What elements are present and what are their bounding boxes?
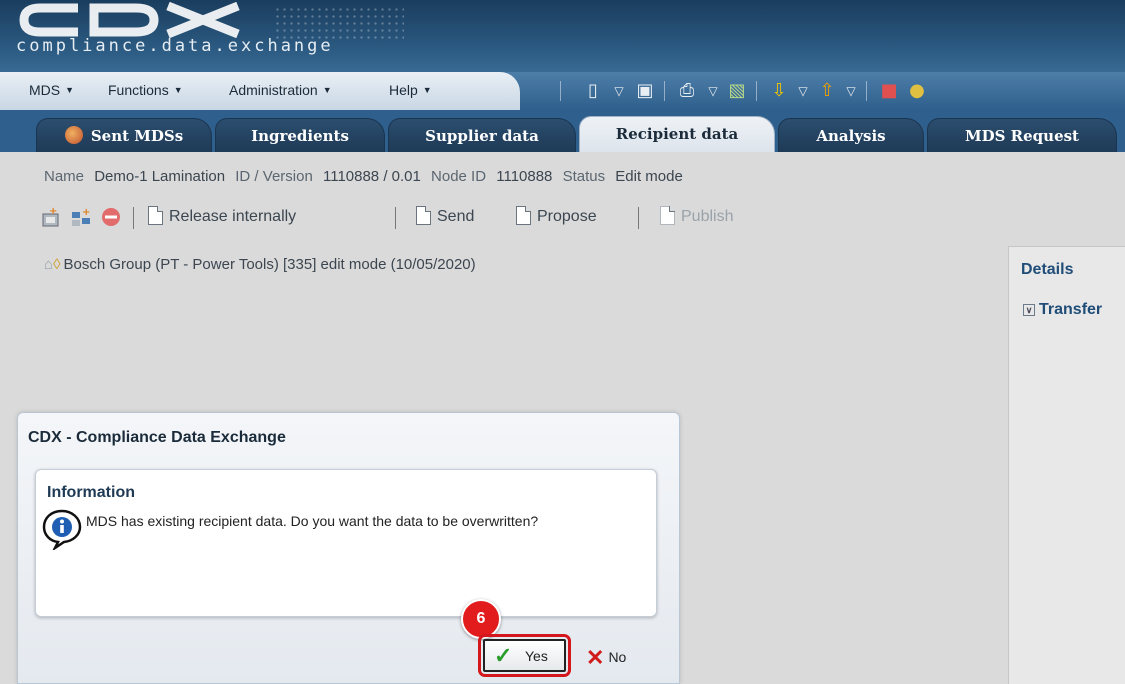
cross-icon: ✕: [586, 645, 605, 670]
confirmation-dialog: CDX - Compliance Data Exchange Informati…: [17, 412, 680, 684]
yes-button[interactable]: ✓ Yes: [478, 634, 571, 677]
sent-mds-icon: [64, 126, 83, 144]
svg-text:+: +: [49, 206, 57, 217]
dropdown-icon[interactable]: ▽: [702, 78, 724, 104]
dropdown-icon[interactable]: ▽: [608, 78, 630, 104]
tree-node[interactable]: ⌂◊ Bosch Group (PT - Power Tools) [335] e…: [44, 256, 476, 273]
toolbar-separator: [560, 81, 561, 101]
toolbar-separator: [756, 81, 757, 101]
menu-functions[interactable]: Functions ▼: [108, 82, 183, 98]
tab-label: Analysis: [816, 127, 886, 145]
cdx-logo: compliance.data.exchange: [16, 2, 416, 68]
tab-analysis[interactable]: Analysis: [778, 118, 924, 152]
diamond-icon: ◊: [53, 256, 61, 273]
caret-down-icon: ▼: [422, 85, 432, 95]
send-button[interactable]: Send: [416, 206, 474, 226]
information-title: Information: [47, 484, 135, 501]
tab-label: Ingredients: [251, 127, 349, 145]
tab-label: MDS Request: [965, 127, 1079, 145]
cdx-logo-mark: [19, 2, 240, 38]
details-panel: Details ∨ Transfer: [1008, 246, 1125, 684]
red-cube-icon[interactable]: ■: [878, 78, 900, 104]
add-structure-icon[interactable]: +: [70, 206, 92, 228]
release-label: Release internally: [169, 208, 297, 225]
name-label: Name: [44, 168, 85, 185]
new-document-icon[interactable]: ▯: [582, 78, 604, 104]
menu-bar: MDS ▼ Functions ▼ Administration ▼ Help ▼ ▯ …: [0, 72, 1125, 110]
node-label: Node ID: [431, 168, 487, 185]
status-value: Edit mode: [615, 168, 683, 185]
tab-sent-mdss[interactable]: Sent MDSs: [36, 118, 212, 152]
info-icon: [42, 509, 82, 550]
propose-label: Propose: [537, 208, 597, 225]
details-title: Details: [1021, 261, 1074, 278]
menu-help[interactable]: Help ▼: [389, 82, 432, 98]
tab-ingredients[interactable]: Ingredients: [215, 118, 385, 152]
toolbar-separator: [395, 207, 396, 229]
app-header: compliance.data.exchange: [0, 0, 1125, 72]
toolbar-separator: [866, 81, 867, 101]
menu-label: Help: [389, 82, 418, 98]
yes-label: Yes: [525, 648, 548, 664]
propose-button[interactable]: Propose: [516, 206, 597, 226]
tab-label: Sent MDSs: [90, 127, 184, 145]
dialog-message: MDS has existing recipient data. Do you …: [86, 513, 539, 529]
menu-label: Functions: [108, 82, 169, 98]
yellow-sphere-icon[interactable]: ●: [906, 78, 928, 104]
release-internally-button[interactable]: Release internally: [148, 206, 296, 226]
caret-down-icon: ▼: [65, 85, 75, 95]
menu-label: Administration: [229, 82, 318, 98]
import-icon[interactable]: ⇩: [768, 78, 790, 104]
menu-administration[interactable]: Administration ▼: [229, 82, 332, 98]
publish-document-icon: [660, 206, 675, 225]
logo-text: compliance.data.exchange: [16, 36, 334, 56]
propose-document-icon: [516, 206, 531, 225]
tab-label: Recipient data: [615, 125, 739, 143]
tree-node-label: Bosch Group (PT - Power Tools) [335] edi…: [63, 256, 476, 273]
name-value: Demo-1 Lamination: [94, 168, 226, 185]
export-icon[interactable]: ⇧: [816, 78, 838, 104]
menu-container: MDS ▼ Functions ▼ Administration ▼ Help ▼: [0, 72, 520, 110]
send-label: Send: [437, 208, 475, 225]
id-value: 1110888 / 0.01: [322, 168, 421, 185]
tab-label: Supplier data: [425, 127, 539, 145]
transfer-section[interactable]: ∨ Transfer: [1023, 301, 1102, 319]
mds-info: Name Demo-1 Lamination ID / Version 1110…: [44, 168, 689, 185]
transfer-label: Transfer: [1039, 301, 1103, 318]
dialog-title: CDX - Compliance Data Exchange: [28, 429, 286, 446]
menu-mds[interactable]: MDS ▼: [29, 82, 74, 98]
dropdown-icon[interactable]: ▽: [840, 78, 862, 104]
no-label: No: [608, 649, 627, 665]
add-node-icon[interactable]: +: [40, 206, 62, 228]
dropdown-icon[interactable]: ▽: [792, 78, 814, 104]
node-value: 1110888: [496, 168, 553, 185]
svg-text:+: +: [82, 207, 90, 218]
send-document-icon: [416, 206, 431, 225]
caret-down-icon: ▼: [322, 85, 332, 95]
toolbar-separator: [133, 207, 134, 229]
publish-label: Publish: [681, 208, 734, 225]
information-panel: Information MDS has existing recipient d…: [35, 469, 657, 617]
id-label: ID / Version: [235, 168, 313, 185]
caret-down-icon: ▼: [173, 85, 183, 95]
step-badge: 6: [461, 599, 501, 639]
no-button[interactable]: ✕ No: [586, 645, 627, 670]
remove-icon[interactable]: [100, 206, 122, 228]
publish-button[interactable]: Publish: [660, 206, 733, 226]
tab-recipient-data[interactable]: Recipient data: [579, 116, 775, 152]
checked-document-icon[interactable]: ▧: [726, 78, 748, 104]
tab-supplier-data[interactable]: Supplier data: [388, 118, 576, 152]
release-document-icon: [148, 206, 163, 225]
save-icon[interactable]: ▣: [634, 78, 656, 104]
status-label: Status: [562, 168, 606, 185]
chevron-down-icon: ∨: [1023, 304, 1035, 316]
menu-label: MDS: [29, 82, 61, 98]
house-icon: ⌂: [44, 256, 54, 273]
tab-bar: Sent MDSs Ingredients Supplier data Reci…: [0, 110, 1125, 152]
checkmark-icon: ✓: [494, 643, 513, 668]
tab-mds-request[interactable]: MDS Request: [927, 118, 1117, 152]
print-icon[interactable]: ⎙: [676, 78, 698, 104]
toolbar-separator: [638, 207, 639, 229]
toolbar-separator: [664, 81, 665, 101]
